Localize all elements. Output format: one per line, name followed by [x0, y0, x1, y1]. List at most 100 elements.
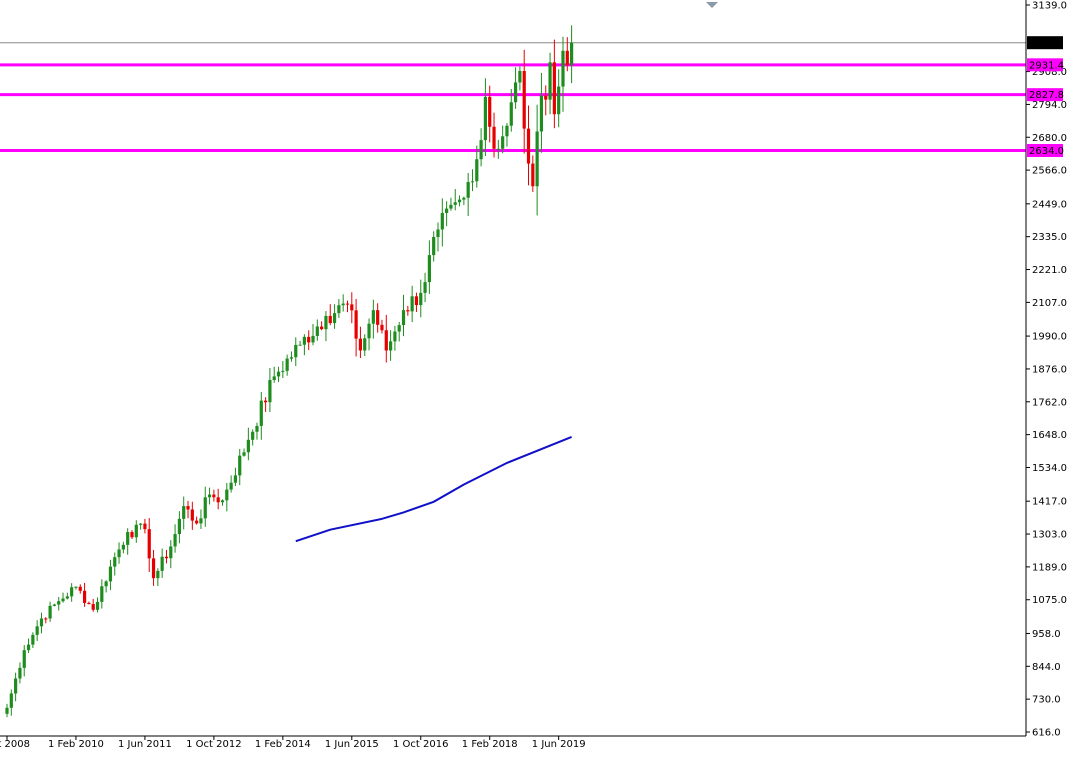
candle[interactable]	[419, 292, 423, 306]
candle[interactable]	[48, 605, 52, 619]
candle[interactable]	[207, 494, 212, 498]
candle[interactable]	[501, 136, 505, 149]
candle[interactable]	[52, 604, 57, 606]
candle[interactable]	[216, 497, 220, 503]
candle[interactable]	[513, 82, 518, 103]
candle[interactable]	[108, 566, 113, 582]
candle[interactable]	[100, 586, 104, 602]
candle[interactable]	[61, 598, 65, 602]
candle[interactable]	[509, 102, 513, 126]
candle[interactable]	[505, 125, 509, 137]
candle[interactable]	[531, 163, 535, 187]
candle[interactable]	[332, 313, 337, 324]
candle[interactable]	[160, 556, 164, 571]
candle[interactable]	[410, 296, 414, 312]
candle[interactable]	[113, 557, 117, 567]
candle[interactable]	[139, 523, 143, 525]
candle[interactable]	[324, 315, 328, 330]
candle[interactable]	[82, 590, 87, 603]
candle[interactable]	[35, 626, 39, 635]
candle[interactable]	[91, 604, 95, 610]
candle[interactable]	[14, 678, 18, 694]
candle[interactable]	[229, 482, 233, 490]
candle[interactable]	[156, 570, 160, 579]
candle[interactable]	[320, 326, 324, 330]
price-chart[interactable]: 3139.0 2908.0 2794.0 2680.0 2566.0 2449.0 2335…	[0, 0, 1070, 762]
candle[interactable]	[134, 524, 138, 538]
candle[interactable]	[483, 96, 488, 141]
candle[interactable]	[57, 601, 61, 605]
candle[interactable]	[565, 50, 569, 66]
candle[interactable]	[251, 431, 255, 440]
candle[interactable]	[233, 475, 238, 483]
candle[interactable]	[363, 338, 367, 351]
candle[interactable]	[345, 303, 350, 305]
candle[interactable]	[147, 529, 151, 559]
candle[interactable]	[552, 62, 556, 115]
candle[interactable]	[199, 518, 203, 524]
candle[interactable]	[294, 344, 298, 358]
candle[interactable]	[225, 489, 229, 501]
candle[interactable]	[5, 707, 9, 714]
candle[interactable]	[414, 296, 419, 306]
candle[interactable]	[445, 208, 449, 213]
candle[interactable]	[117, 549, 121, 558]
candle[interactable]	[259, 400, 263, 426]
candle[interactable]	[74, 586, 78, 588]
candle[interactable]	[70, 587, 74, 597]
candle[interactable]	[449, 204, 453, 209]
candle[interactable]	[289, 357, 294, 359]
candle[interactable]	[26, 644, 31, 651]
candle[interactable]	[169, 546, 173, 559]
candle[interactable]	[522, 70, 526, 129]
candle[interactable]	[406, 310, 410, 312]
candle[interactable]	[466, 181, 470, 198]
candle[interactable]	[177, 518, 181, 535]
candle[interactable]	[371, 310, 375, 324]
candle[interactable]	[44, 618, 48, 620]
candle[interactable]	[87, 602, 91, 605]
candle[interactable]	[423, 282, 427, 293]
candle[interactable]	[220, 500, 225, 503]
candle[interactable]	[557, 86, 561, 115]
candle[interactable]	[337, 305, 341, 314]
candle[interactable]	[238, 455, 242, 476]
candle[interactable]	[121, 544, 125, 550]
candle[interactable]	[388, 341, 393, 351]
candle[interactable]	[427, 255, 431, 283]
candle[interactable]	[393, 331, 397, 342]
candle[interactable]	[518, 70, 522, 83]
candle[interactable]	[276, 371, 281, 377]
candle[interactable]	[31, 634, 35, 645]
candle[interactable]	[173, 534, 177, 547]
candle[interactable]	[354, 310, 358, 339]
candle[interactable]	[462, 197, 466, 200]
candle[interactable]	[432, 236, 436, 256]
plot-area[interactable]	[0, 0, 1026, 736]
candle[interactable]	[311, 335, 315, 343]
candle[interactable]	[539, 95, 544, 132]
candle[interactable]	[307, 336, 311, 343]
candle[interactable]	[22, 650, 26, 668]
candle[interactable]	[470, 181, 475, 183]
candle[interactable]	[302, 336, 306, 345]
candle[interactable]	[561, 50, 565, 87]
candle[interactable]	[182, 506, 186, 519]
candle[interactable]	[384, 330, 388, 351]
candle[interactable]	[65, 596, 69, 599]
candle[interactable]	[475, 159, 479, 182]
candle[interactable]	[104, 581, 108, 587]
candle[interactable]	[268, 379, 272, 403]
candle[interactable]	[358, 338, 363, 351]
candle[interactable]	[457, 199, 462, 203]
candle[interactable]	[272, 376, 276, 380]
candle[interactable]	[315, 326, 319, 336]
candle[interactable]	[526, 128, 531, 164]
candle[interactable]	[18, 667, 22, 679]
candle[interactable]	[496, 148, 500, 150]
candle[interactable]	[186, 506, 190, 510]
candle[interactable]	[203, 497, 207, 519]
candle[interactable]	[350, 304, 354, 311]
candle[interactable]	[367, 323, 371, 339]
candle[interactable]	[436, 229, 440, 237]
